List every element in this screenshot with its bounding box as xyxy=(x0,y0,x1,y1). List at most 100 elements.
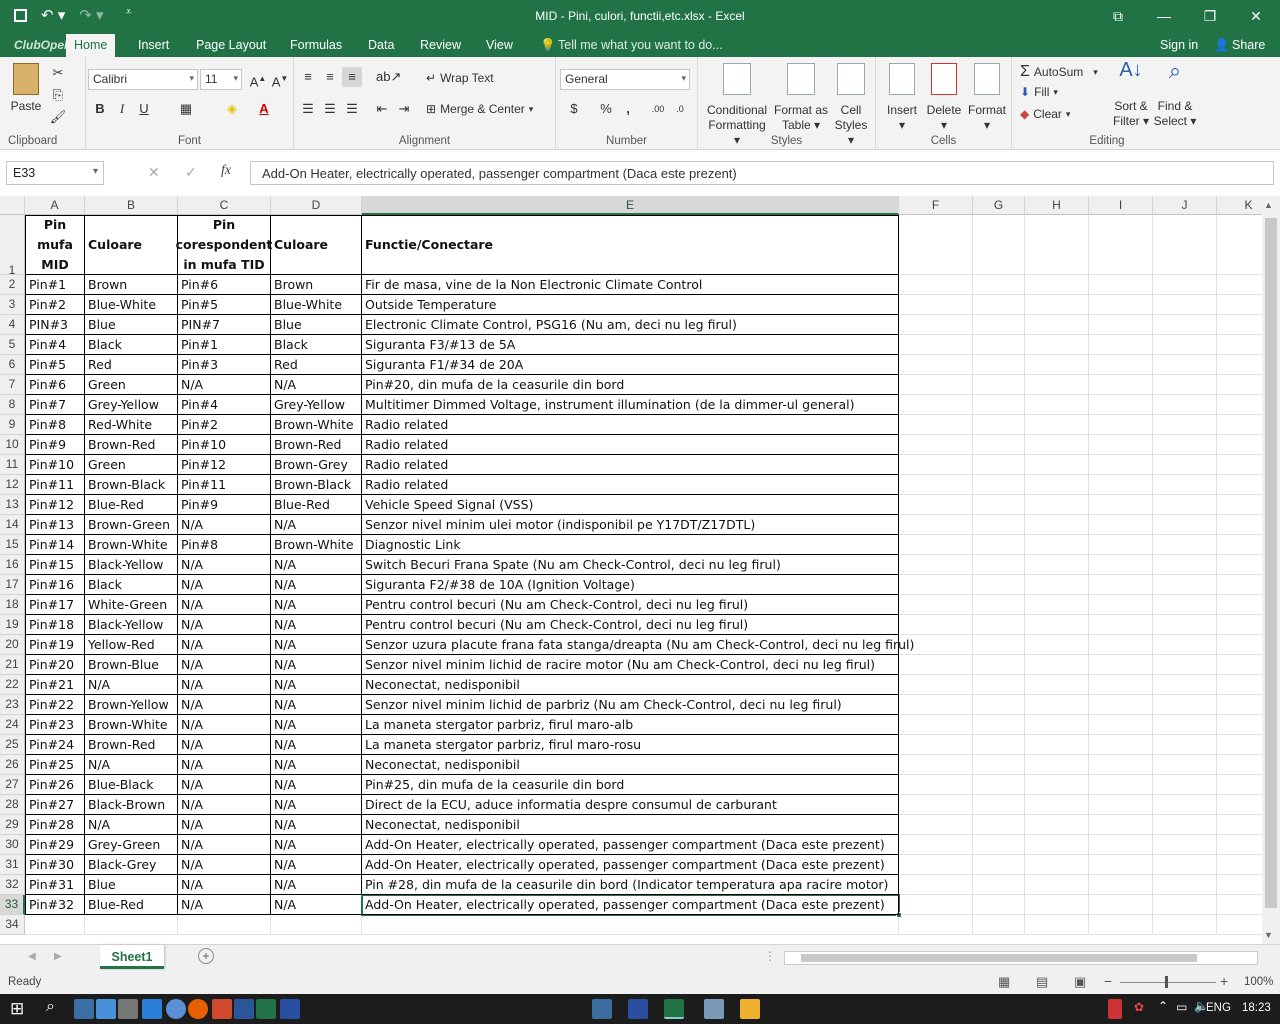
empty-cell[interactable] xyxy=(1089,675,1153,695)
empty-cell[interactable] xyxy=(1153,895,1217,915)
empty-cell[interactable] xyxy=(1217,215,1262,275)
table-cell[interactable]: Pin#6 xyxy=(178,275,271,295)
table-cell[interactable]: Blue-White xyxy=(271,295,362,315)
empty-cell[interactable] xyxy=(178,915,271,935)
table-cell[interactable]: Pin#27 xyxy=(25,795,85,815)
sign-in-link[interactable]: Sign in xyxy=(1160,38,1198,52)
empty-cell[interactable] xyxy=(1217,575,1262,595)
empty-cell[interactable] xyxy=(1089,315,1153,335)
table-cell[interactable]: Pin#2 xyxy=(178,415,271,435)
table-cell[interactable]: Brown-Black xyxy=(85,475,178,495)
empty-cell[interactable] xyxy=(1153,635,1217,655)
empty-cell[interactable] xyxy=(1153,295,1217,315)
empty-cell[interactable] xyxy=(1025,575,1089,595)
empty-cell[interactable] xyxy=(973,395,1025,415)
empty-cell[interactable] xyxy=(899,215,973,275)
empty-cell[interactable] xyxy=(973,815,1025,835)
table-cell[interactable]: Radio related xyxy=(362,455,899,475)
empty-cell[interactable] xyxy=(1025,695,1089,715)
table-cell[interactable]: Add-On Heater, electrically operated, pa… xyxy=(362,855,899,875)
decrease-decimal-icon[interactable]: .0 xyxy=(670,99,690,119)
row-header[interactable]: 27 xyxy=(0,775,25,795)
table-cell[interactable]: Pin#29 xyxy=(25,835,85,855)
empty-cell[interactable] xyxy=(1153,615,1217,635)
column-header-f[interactable]: F xyxy=(899,196,973,215)
row-header[interactable]: 7 xyxy=(0,375,25,395)
ribbon-display-options-icon[interactable]: ⧉ xyxy=(1098,4,1138,28)
italic-button[interactable]: I xyxy=(112,99,132,119)
table-cell[interactable]: Brown-Red xyxy=(271,435,362,455)
empty-cell[interactable] xyxy=(1153,375,1217,395)
table-cell[interactable]: Pin#10 xyxy=(178,435,271,455)
table-cell[interactable]: Brown-Red xyxy=(85,435,178,455)
font-name-select[interactable]: Calibri xyxy=(88,69,198,90)
table-cell[interactable]: N/A xyxy=(178,795,271,815)
empty-cell[interactable] xyxy=(899,655,973,675)
empty-cell[interactable] xyxy=(1089,375,1153,395)
empty-cell[interactable] xyxy=(1089,595,1153,615)
normal-view-icon[interactable]: ▦ xyxy=(998,974,1010,990)
table-cell[interactable]: Brown-White xyxy=(85,535,178,555)
tray-antivirus-icon[interactable] xyxy=(1108,999,1122,1019)
fill-color-icon[interactable]: ◈ xyxy=(222,99,242,119)
vertical-scroll-thumb[interactable] xyxy=(1265,218,1277,908)
table-cell[interactable]: Blue-White xyxy=(85,295,178,315)
empty-cell[interactable] xyxy=(1153,755,1217,775)
increase-decimal-icon[interactable]: .00 xyxy=(648,99,668,119)
empty-cell[interactable] xyxy=(899,315,973,335)
table-cell[interactable]: Radio related xyxy=(362,435,899,455)
table-cell[interactable]: Black xyxy=(85,335,178,355)
row-header[interactable]: 5 xyxy=(0,335,25,355)
table-cell[interactable]: PIN#3 xyxy=(25,315,85,335)
delete-cells-button[interactable]: Delete ▾ xyxy=(924,63,964,133)
empty-cell[interactable] xyxy=(1153,875,1217,895)
empty-cell[interactable] xyxy=(1089,635,1153,655)
wrap-text-button[interactable]: ↵ Wrap Text xyxy=(426,71,494,85)
formula-input[interactable]: Add-On Heater, electrically operated, pa… xyxy=(250,161,1274,185)
empty-cell[interactable] xyxy=(899,415,973,435)
empty-cell[interactable] xyxy=(899,355,973,375)
row-header[interactable]: 3 xyxy=(0,295,25,315)
empty-cell[interactable] xyxy=(1025,475,1089,495)
table-cell[interactable]: N/A xyxy=(178,715,271,735)
table-cell[interactable]: N/A xyxy=(178,855,271,875)
empty-cell[interactable] xyxy=(1153,735,1217,755)
bold-button[interactable]: B xyxy=(90,99,110,119)
empty-cell[interactable] xyxy=(1217,675,1262,695)
table-cell[interactable]: Pin#18 xyxy=(25,615,85,635)
empty-cell[interactable] xyxy=(1217,555,1262,575)
table-cell[interactable]: Black-Yellow xyxy=(85,615,178,635)
fill-button[interactable]: ⬇ Fill ▾ xyxy=(1020,85,1058,99)
table-cell[interactable]: N/A xyxy=(178,655,271,675)
app-icon-2[interactable] xyxy=(142,999,162,1019)
empty-cell[interactable] xyxy=(1089,435,1153,455)
table-cell[interactable]: Brown-Blue xyxy=(85,655,178,675)
table-cell[interactable]: Pin#6 xyxy=(25,375,85,395)
tell-me-search[interactable]: Tell me what you want to do... xyxy=(558,38,723,52)
empty-cell[interactable] xyxy=(1217,275,1262,295)
empty-cell[interactable] xyxy=(899,475,973,495)
table-cell[interactable]: N/A xyxy=(271,775,362,795)
zoom-out-icon[interactable]: − xyxy=(1104,973,1112,989)
column-header-c[interactable]: C xyxy=(178,196,271,215)
tab-page-layout[interactable]: Page Layout xyxy=(196,38,266,52)
windows-start-icon[interactable]: ⊞ xyxy=(10,999,24,1019)
explorer-icon[interactable] xyxy=(74,999,94,1019)
table-cell[interactable]: Pin#23 xyxy=(25,715,85,735)
cancel-icon[interactable]: ✕ xyxy=(148,164,160,181)
insert-cells-button[interactable]: Insert ▾ xyxy=(882,63,922,133)
empty-cell[interactable] xyxy=(1089,455,1153,475)
align-left-icon[interactable]: ☰ xyxy=(298,99,318,119)
header-cell[interactable]: Culoare xyxy=(85,215,178,275)
empty-cell[interactable] xyxy=(1025,315,1089,335)
tab-sheet1[interactable]: Sheet1 xyxy=(100,945,164,969)
empty-cell[interactable] xyxy=(1153,855,1217,875)
empty-cell[interactable] xyxy=(973,695,1025,715)
empty-cell[interactable] xyxy=(973,655,1025,675)
table-cell[interactable]: Grey-Yellow xyxy=(85,395,178,415)
empty-cell[interactable] xyxy=(1025,615,1089,635)
table-cell[interactable]: Brown-Green xyxy=(85,515,178,535)
empty-cell[interactable] xyxy=(1217,335,1262,355)
empty-cell[interactable] xyxy=(1217,495,1262,515)
empty-cell[interactable] xyxy=(973,435,1025,455)
